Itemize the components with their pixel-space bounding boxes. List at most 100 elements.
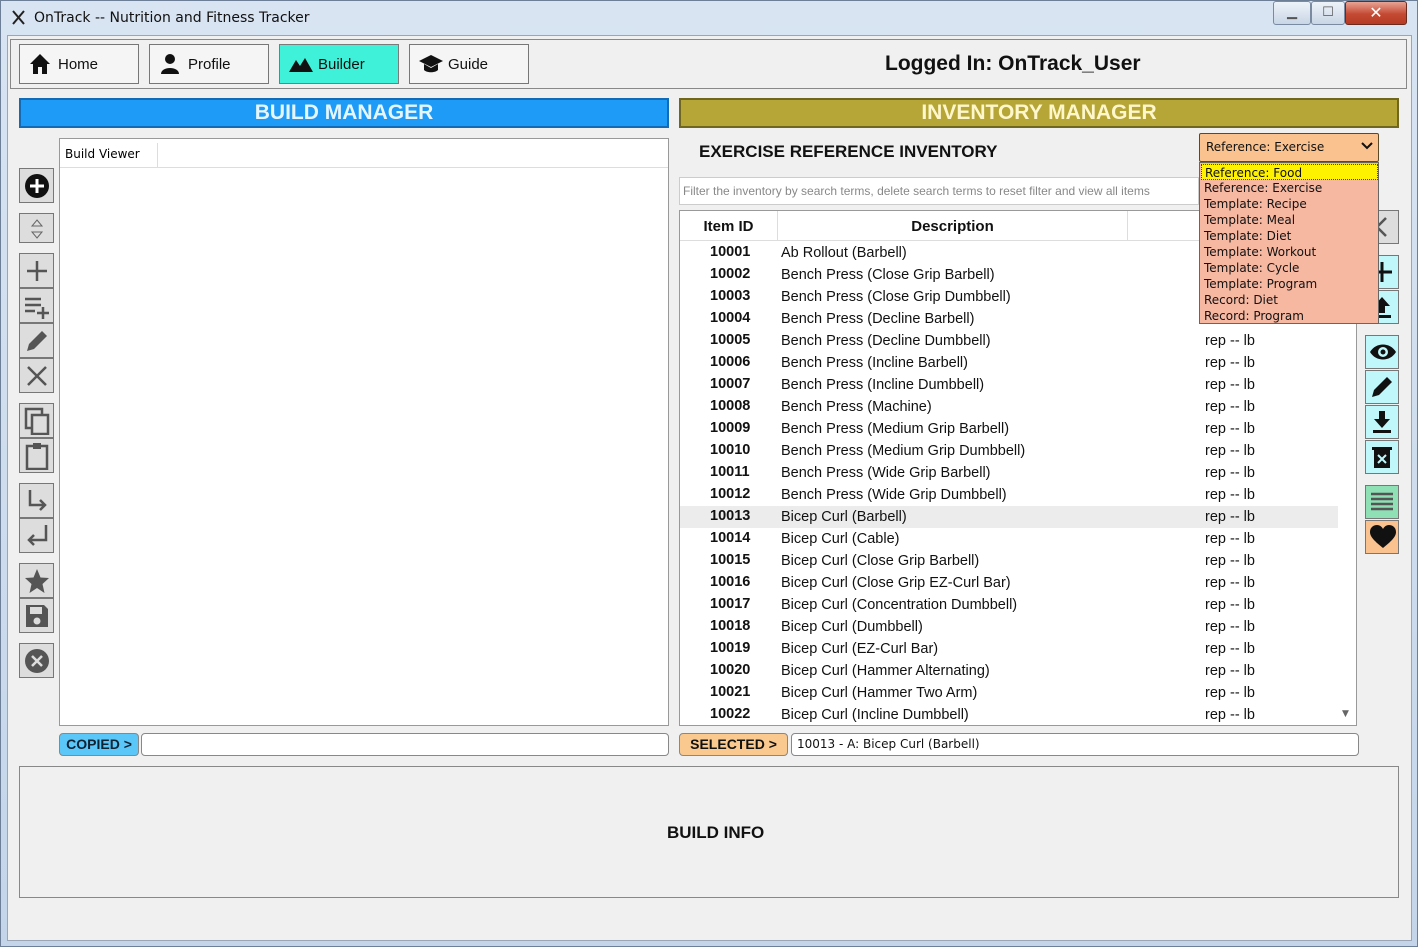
item-id-cell: 10002 — [710, 266, 751, 282]
dropdown-option[interactable]: Template: Recipe — [1201, 196, 1378, 212]
dropdown-option[interactable]: Template: Meal — [1201, 212, 1378, 228]
description-cell: Bicep Curl (EZ-Curl Bar) — [781, 641, 939, 657]
list-view-button[interactable] — [1365, 485, 1399, 519]
inventory-type-select[interactable]: Reference: Exercise — [1199, 133, 1379, 162]
favorites-button[interactable] — [1365, 520, 1399, 554]
indent-button[interactable] — [19, 483, 54, 518]
table-row[interactable]: 10005 Bench Press (Decline Dumbbell) rep -… — [680, 330, 1338, 352]
scroll-down-arrow[interactable]: ▼ — [1342, 709, 1349, 719]
item-id-cell: 10012 — [710, 486, 751, 502]
build-viewer-header: Build Viewer — [60, 143, 668, 168]
edit-inventory-button[interactable] — [1365, 370, 1399, 404]
copied-label: COPIED > — [59, 733, 139, 756]
column-header-description[interactable]: Description — [778, 211, 1128, 241]
description-cell: Bicep Curl (Hammer Alternating) — [781, 663, 990, 679]
nav-guide-button[interactable]: Guide — [409, 44, 529, 84]
table-row[interactable]: 10007 Bench Press (Incline Dumbbell) rep -… — [680, 374, 1338, 396]
item-id-cell: 10004 — [710, 310, 751, 326]
view-button[interactable] — [1365, 335, 1399, 369]
unit-cell: rep -- lb — [1205, 377, 1255, 393]
unit-cell: rep -- lb — [1205, 575, 1255, 591]
description-cell: Bench Press (Close Grip Barbell) — [781, 267, 995, 283]
table-row[interactable]: 10022 Bicep Curl (Incline Dumbbell) rep --… — [680, 704, 1338, 725]
dropdown-option[interactable]: Template: Cycle — [1201, 260, 1378, 276]
build-viewer-panel[interactable] — [59, 138, 669, 726]
table-row[interactable]: 10021 Bicep Curl (Hammer Two Arm) rep -- l… — [680, 682, 1338, 704]
description-cell: Bicep Curl (Hammer Two Arm) — [781, 685, 978, 701]
description-cell: Ab Rollout (Barbell) — [781, 245, 907, 261]
eye-icon — [1370, 344, 1396, 360]
download-button[interactable] — [1365, 405, 1399, 439]
table-row[interactable]: 10011 Bench Press (Wide Grip Barbell) rep … — [680, 462, 1338, 484]
nav-builder-label: Builder — [318, 56, 365, 73]
table-row[interactable]: 10008 Bench Press (Machine) rep -- lb — [680, 396, 1338, 418]
unit-cell: rep -- lb — [1205, 619, 1255, 635]
item-id-cell: 10013 — [710, 508, 751, 524]
nav-profile-button[interactable]: Profile — [149, 44, 269, 84]
close-button[interactable]: ✕ — [1345, 1, 1407, 25]
add-item-button[interactable] — [19, 253, 54, 288]
table-row[interactable]: 10018 Bicep Curl (Dumbbell) rep -- lb — [680, 616, 1338, 638]
unit-cell: rep -- lb — [1205, 641, 1255, 657]
column-header-item-id[interactable]: Item ID — [680, 211, 778, 241]
item-id-cell: 10017 — [710, 596, 751, 612]
edit-button[interactable] — [19, 323, 54, 358]
nav-home-button[interactable]: Home — [19, 44, 139, 84]
minimize-button[interactable]: ▁ — [1273, 1, 1311, 25]
playlist-add-icon — [25, 297, 49, 319]
chevron-down-icon[interactable] — [1361, 140, 1373, 154]
cancel-build-button[interactable] — [19, 643, 54, 678]
dropdown-option[interactable]: Record: Diet — [1201, 292, 1378, 308]
dropdown-option[interactable]: Template: Program — [1201, 276, 1378, 292]
dropdown-option[interactable]: Record: Program — [1201, 308, 1378, 324]
description-cell: Bench Press (Wide Grip Barbell) — [781, 465, 991, 481]
copy-button[interactable] — [19, 403, 54, 438]
fork-knife-icon — [10, 9, 28, 27]
table-row[interactable]: 10017 Bicep Curl (Concentration Dumbbell)… — [680, 594, 1338, 616]
delete-inventory-button[interactable] — [1365, 440, 1399, 474]
item-id-cell: 10021 — [710, 684, 751, 700]
item-id-cell: 10019 — [710, 640, 751, 656]
dropdown-option[interactable]: Reference: Exercise — [1201, 180, 1378, 196]
table-row[interactable]: 10006 Bench Press (Incline Barbell) rep --… — [680, 352, 1338, 374]
table-row[interactable]: 10020 Bicep Curl (Hammer Alternating) rep … — [680, 660, 1338, 682]
nav-builder-button[interactable]: Builder — [279, 44, 399, 84]
paste-button[interactable] — [19, 438, 54, 473]
table-row[interactable]: 10016 Bicep Curl (Close Grip EZ-Curl Bar)… — [680, 572, 1338, 594]
table-row[interactable]: 10013 Bicep Curl (Barbell) rep -- lb — [680, 506, 1338, 528]
item-id-cell: 10011 — [710, 464, 750, 480]
graduation-cap-icon — [418, 52, 443, 76]
inventory-filter-input[interactable]: Filter the inventory by search terms, de… — [679, 177, 1199, 205]
return-button[interactable] — [19, 518, 54, 553]
table-row[interactable]: 10009 Bench Press (Medium Grip Barbell) re… — [680, 418, 1338, 440]
copied-field — [141, 733, 669, 756]
dropdown-option[interactable]: Reference: Food — [1201, 164, 1378, 180]
description-cell: Bench Press (Medium Grip Barbell) — [781, 421, 1010, 437]
description-cell: Bench Press (Medium Grip Dumbbell) — [781, 443, 1026, 459]
item-id-cell: 10020 — [710, 662, 751, 678]
table-row[interactable]: 10015 Bicep Curl (Close Grip Barbell) rep … — [680, 550, 1338, 572]
item-id-cell: 10009 — [710, 420, 751, 436]
description-cell: Bench Press (Close Grip Dumbbell) — [781, 289, 1011, 305]
nav-guide-label: Guide — [448, 56, 489, 73]
move-updown-button[interactable] — [19, 213, 54, 243]
unit-cell: rep -- lb — [1205, 487, 1255, 503]
dropdown-option[interactable]: Template: Diet — [1201, 228, 1378, 244]
save-button[interactable] — [19, 598, 54, 633]
add-list-button[interactable] — [19, 288, 54, 323]
table-row[interactable]: 10014 Bicep Curl (Cable) rep -- lb — [680, 528, 1338, 550]
delete-button[interactable] — [19, 358, 54, 393]
dropdown-option[interactable]: Template: Workout — [1201, 244, 1378, 260]
return-arrow-icon — [27, 525, 48, 546]
maximize-button[interactable]: ☐ — [1311, 1, 1345, 25]
favorite-button[interactable] — [19, 563, 54, 598]
table-row[interactable]: 10010 Bench Press (Medium Grip Dumbbell) r… — [680, 440, 1338, 462]
item-id-cell: 10018 — [710, 618, 751, 634]
description-cell: Bicep Curl (Barbell) — [781, 509, 907, 525]
add-circle-button[interactable] — [19, 168, 54, 203]
table-row[interactable]: 10012 Bench Press (Wide Grip Dumbbell) rep… — [680, 484, 1338, 506]
description-cell: Bicep Curl (Close Grip EZ-Curl Bar) — [781, 575, 1011, 591]
table-row[interactable]: 10019 Bicep Curl (EZ-Curl Bar) rep -- lb — [680, 638, 1338, 660]
build-viewer-column-header[interactable]: Build Viewer — [60, 143, 158, 168]
title-bar: OnTrack -- Nutrition and Fitness Tracker… — [0, 0, 1418, 36]
